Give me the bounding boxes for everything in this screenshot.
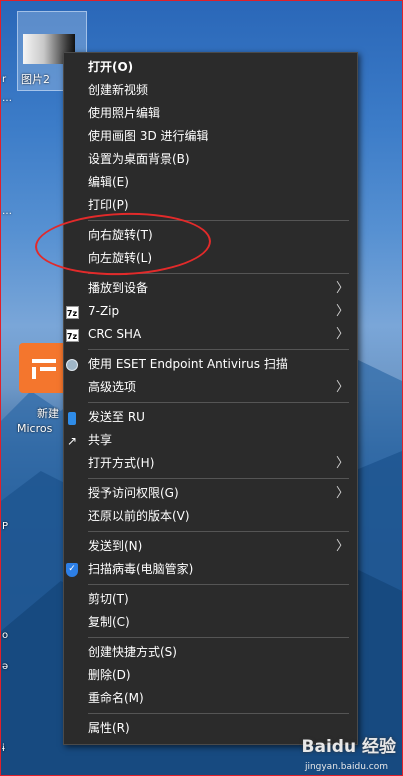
context-menu: 打开(O) 创建新视频使用照片编辑使用画图 3D 进行编辑 设置为桌面背景(B) 编辑… <box>63 52 358 745</box>
menu-separator <box>88 637 349 638</box>
baidu-watermark: Baidu 经验 <box>301 737 396 757</box>
menu-item[interactable]: ✓ 扫描病毒(电脑管家) <box>64 558 357 581</box>
watermark-url: jingyan.baidu.com <box>304 762 388 772</box>
menu-separator <box>88 349 349 350</box>
edge-text: r <box>2 74 7 85</box>
menu-item-label: 打开方式(H) <box>88 456 155 470</box>
menu-item-label: 编辑(E) <box>88 175 129 189</box>
app-label-top: 新建 <box>37 407 59 420</box>
menu-item[interactable]: 打开(O) <box>64 56 357 79</box>
menu-item-label: 播放到设备 <box>88 281 149 295</box>
chevron-right-icon: 〉 <box>335 327 349 342</box>
menu-item-label: 高级选项 <box>88 380 137 394</box>
eset-icon <box>65 358 79 372</box>
menu-item-label: 打开(O) <box>88 60 134 74</box>
share-icon: ↗ <box>66 433 78 448</box>
menu-item[interactable]: 发送至 RU <box>64 406 357 429</box>
menu-item-label: 扫描病毒(电脑管家) <box>88 562 194 576</box>
edge-text: … <box>2 93 12 104</box>
menu-item-label: 授予访问权限(G) <box>88 486 179 500</box>
menu-item[interactable]: 复制(C) <box>64 611 357 634</box>
menu-item[interactable]: 使用照片编辑 <box>64 102 357 125</box>
chevron-right-icon: 〉 <box>335 304 349 319</box>
menu-separator <box>88 584 349 585</box>
chevron-right-icon: 〉 <box>335 486 349 501</box>
phone-icon <box>65 411 79 425</box>
menu-item-label: 复制(C) <box>88 615 130 629</box>
menu-item-label: 还原以前的版本(V) <box>88 509 190 523</box>
menu-item-label: 创建快捷方式(S) <box>88 645 177 659</box>
menu-item[interactable]: 7z CRC SHA 〉 <box>64 323 357 346</box>
menu-item[interactable]: 使用 ESET Endpoint Antivirus 扫描 <box>64 353 357 376</box>
menu-separator <box>88 478 349 479</box>
menu-item[interactable]: 播放到设备 〉 <box>64 277 357 300</box>
menu-item[interactable]: 高级选项 〉 <box>64 376 357 399</box>
edge-text: … <box>2 206 12 217</box>
menu-item-label: 发送到(N) <box>88 539 143 553</box>
7zip-icon: 7z <box>65 305 79 319</box>
menu-item-label: 发送至 RU <box>88 410 145 424</box>
edge-text: ǝ <box>2 661 9 672</box>
edge-text: P <box>2 521 9 532</box>
menu-item[interactable]: 剪切(T) <box>64 588 357 611</box>
menu-item[interactable]: ↗ 共享 <box>64 429 357 452</box>
7zip-icon: 7z <box>65 328 79 342</box>
menu-item-label: 共享 <box>88 433 113 447</box>
menu-item-label: 属性(R) <box>88 721 130 735</box>
chevron-right-icon: 〉 <box>335 281 349 296</box>
menu-item[interactable]: 重命名(M) <box>64 687 357 710</box>
menu-item-label: 删除(D) <box>88 668 131 682</box>
menu-item-label: 重命名(M) <box>88 691 144 705</box>
menu-item-label: 创建新视频 <box>88 83 149 97</box>
menu-item[interactable]: 创建快捷方式(S) <box>64 641 357 664</box>
edge-text: o <box>2 630 9 641</box>
menu-item[interactable]: 编辑(E) <box>64 171 357 194</box>
app-shortcut-icon[interactable] <box>19 343 69 393</box>
shield-icon: ✓ <box>65 563 79 577</box>
chevron-right-icon: 〉 <box>335 380 349 395</box>
file-label: 图片2 <box>21 73 50 86</box>
menu-item[interactable]: 打开方式(H) 〉 <box>64 452 357 475</box>
menu-item[interactable]: 使用画图 3D 进行编辑 <box>64 125 357 148</box>
menu-separator <box>88 402 349 403</box>
menu-item-label: 使用照片编辑 <box>88 106 161 120</box>
desktop-background: 图片2 新建 Micros r … … P o ǝ ɨ 打开(O) 创建新视频使用… <box>0 0 403 776</box>
chevron-right-icon: 〉 <box>335 456 349 471</box>
menu-item-label: 使用画图 3D 进行编辑 <box>88 129 209 143</box>
menu-item[interactable]: 设置为桌面背景(B) <box>64 148 357 171</box>
menu-separator <box>88 531 349 532</box>
chevron-right-icon: 〉 <box>335 539 349 554</box>
menu-item[interactable]: 创建新视频 <box>64 79 357 102</box>
menu-item-label: 7-Zip <box>88 304 120 318</box>
menu-item[interactable]: 还原以前的版本(V) <box>64 505 357 528</box>
edge-text: ɨ <box>2 743 5 754</box>
menu-separator <box>88 713 349 714</box>
menu-item[interactable]: 发送到(N) 〉 <box>64 535 357 558</box>
menu-item-label: 使用 ESET Endpoint Antivirus 扫描 <box>88 357 288 371</box>
menu-item[interactable]: 删除(D) <box>64 664 357 687</box>
menu-item-label: 打印(P) <box>88 198 129 212</box>
menu-item[interactable]: 授予访问权限(G) 〉 <box>64 482 357 505</box>
menu-item-label: 设置为桌面背景(B) <box>88 152 190 166</box>
app-label-bottom: Micros <box>17 422 53 435</box>
menu-item-label: CRC SHA <box>88 327 142 341</box>
menu-item-label: 剪切(T) <box>88 592 129 606</box>
menu-item[interactable]: 7z 7-Zip 〉 <box>64 300 357 323</box>
